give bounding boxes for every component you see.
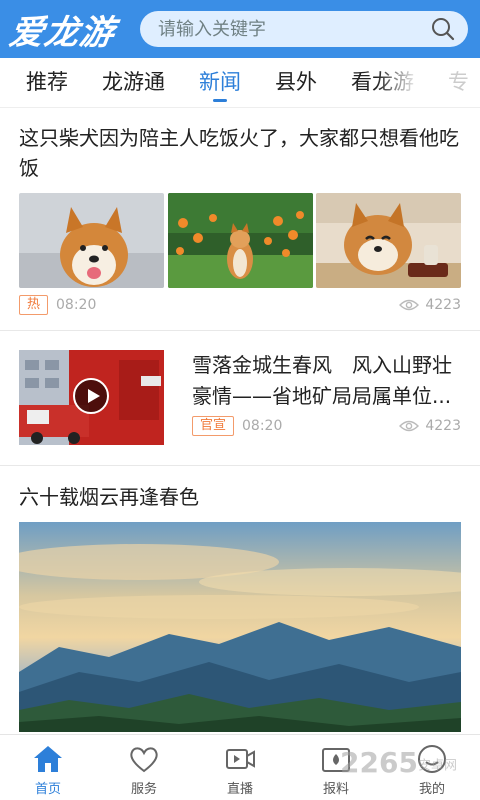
news-image[interactable] bbox=[316, 193, 461, 288]
view-count-value: 4223 bbox=[425, 297, 461, 313]
tab-longyoutong[interactable]: 龙游通 bbox=[102, 58, 165, 107]
nav-mine-label: 我的 bbox=[418, 782, 445, 797]
app-logo: 爱龙游 bbox=[6, 12, 118, 53]
heart-icon bbox=[130, 747, 158, 773]
nav-report[interactable]: 报料 bbox=[288, 735, 384, 800]
video-camera-icon bbox=[226, 749, 255, 769]
news-image[interactable] bbox=[19, 193, 164, 288]
news-title[interactable]: 六十载烟云再逢春色 bbox=[19, 482, 461, 512]
home-icon bbox=[34, 746, 62, 772]
news-title[interactable]: 这只柴犬因为陪主人吃饭火了，大家都只想看他吃饭 bbox=[19, 123, 461, 183]
nav-home-label: 首页 bbox=[34, 782, 61, 797]
tab-special[interactable]: 专 bbox=[448, 58, 469, 107]
bottom-navigation: 首页 服务 直播 报料 我的 bbox=[0, 734, 480, 800]
hot-tag: 热 bbox=[19, 295, 49, 315]
news-item[interactable]: 这只柴犬因为陪主人吃饭火了，大家都只想看他吃饭 热 08:20 4223 bbox=[0, 109, 480, 331]
camera-icon bbox=[322, 748, 350, 772]
news-item[interactable]: 六十载烟云再逢春色 bbox=[0, 466, 480, 732]
publish-time: 08:20 bbox=[56, 297, 97, 313]
search-icon[interactable] bbox=[430, 16, 456, 42]
nav-services-label: 服务 bbox=[130, 782, 157, 797]
publish-time: 08:20 bbox=[242, 418, 283, 434]
nav-mine[interactable]: 我的 bbox=[384, 735, 480, 800]
channel-tabs: 推荐 龙游通 新闻 县外 看龙游 专 bbox=[0, 58, 480, 108]
news-title[interactable]: 雪落金城生春风 风入山野壮豪情——省地矿局局属单位... bbox=[192, 350, 461, 412]
play-icon[interactable] bbox=[73, 378, 109, 414]
tab-see-longyou[interactable]: 看龙游 bbox=[351, 58, 414, 107]
official-tag: 官宣 bbox=[192, 416, 235, 436]
news-image[interactable] bbox=[19, 522, 461, 732]
nav-home[interactable]: 首页 bbox=[0, 735, 96, 800]
eye-icon bbox=[399, 420, 420, 432]
news-image[interactable] bbox=[167, 193, 313, 288]
news-feed[interactable]: 这只柴犬因为陪主人吃饭火了，大家都只想看他吃饭 热 08:20 4223 雪落金… bbox=[0, 109, 480, 734]
tab-outside-county[interactable]: 县外 bbox=[275, 58, 317, 107]
view-count-value: 4223 bbox=[425, 418, 461, 434]
nav-live-label: 直播 bbox=[226, 782, 253, 797]
view-count: 4223 bbox=[399, 418, 461, 434]
tab-news[interactable]: 新闻 bbox=[199, 58, 241, 107]
search-input[interactable] bbox=[158, 18, 430, 40]
app-header: 爱龙游 bbox=[0, 0, 480, 58]
nav-services[interactable]: 服务 bbox=[96, 735, 192, 800]
user-icon bbox=[418, 745, 446, 773]
search-bar[interactable] bbox=[140, 11, 468, 47]
video-thumbnail[interactable] bbox=[19, 350, 164, 445]
view-count: 4223 bbox=[399, 297, 461, 313]
eye-icon bbox=[399, 299, 420, 311]
news-item[interactable]: 雪落金城生春风 风入山野壮豪情——省地矿局局属单位... 官宣 08:20 42… bbox=[0, 331, 480, 466]
nav-report-label: 报料 bbox=[322, 782, 349, 797]
tab-recommend[interactable]: 推荐 bbox=[26, 58, 68, 107]
nav-live[interactable]: 直播 bbox=[192, 735, 288, 800]
